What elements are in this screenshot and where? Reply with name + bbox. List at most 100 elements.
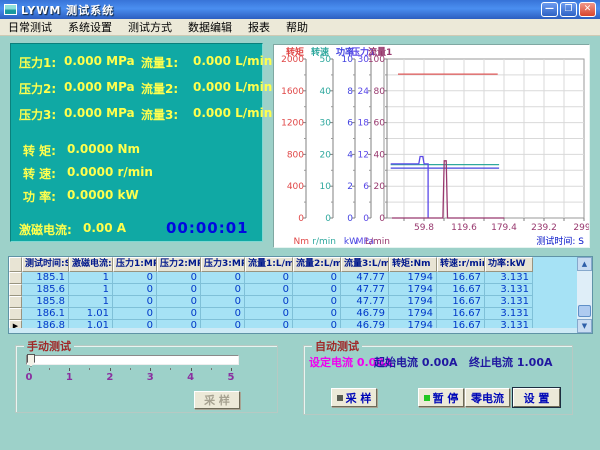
svg-text:0: 0: [379, 214, 385, 224]
row-selector[interactable]: [9, 308, 22, 320]
table-cell: 186.1: [22, 308, 69, 320]
svg-text:20: 20: [320, 150, 332, 160]
table-header-8[interactable]: 转矩:Nm: [389, 257, 437, 272]
table-header-1[interactable]: 激磁电流:A: [69, 257, 113, 272]
menu-item-4[interactable]: 报表: [240, 18, 278, 36]
table-cell: 0: [157, 308, 201, 320]
auto-button-1[interactable]: 暂 停: [418, 388, 464, 407]
row-selector[interactable]: [9, 284, 22, 296]
table-cell: 16.67: [437, 284, 485, 296]
table-header-5[interactable]: 流量1:L/min: [245, 257, 293, 272]
table-cell: 1794: [389, 308, 437, 320]
flow3-label: 流量3:: [141, 106, 178, 123]
table-row[interactable]: 185.810000047.77179416.673.131: [9, 296, 592, 308]
scroll-thumb[interactable]: [578, 305, 591, 317]
close-button-icon[interactable]: ✕: [579, 2, 596, 17]
table-header-4[interactable]: 压力3:MPa: [201, 257, 245, 272]
table-row[interactable]: 185.110000047.77179416.673.131: [9, 272, 592, 284]
slider-minor-tick: [170, 368, 171, 370]
test-timer: 00:00:01: [166, 219, 249, 237]
table-header-3[interactable]: 压力2:MPa: [157, 257, 201, 272]
svg-text:0: 0: [363, 214, 369, 224]
current-slider-track[interactable]: [26, 355, 239, 365]
manual-sample-button[interactable]: 采 样: [194, 391, 240, 409]
menu-bar: 日常测试系统设置测试方式数据编辑报表帮助: [0, 19, 600, 36]
auto-test-group: 自动测试 设定电流 0.00A起始电流 0.00A终止电流 1.00A 采 样暂…: [303, 345, 573, 415]
readout-panel: 压力1:0.000 MPa压力2:0.000 MPa压力3:0.000 MPa流…: [10, 43, 263, 242]
menu-item-0[interactable]: 日常测试: [0, 18, 60, 36]
table-header-10[interactable]: 功率:kW: [485, 257, 533, 272]
minimize-button-icon[interactable]: —: [541, 2, 558, 17]
menu-item-1[interactable]: 系统设置: [60, 18, 120, 36]
scroll-down-icon[interactable]: ▼: [577, 319, 592, 333]
table-header-9[interactable]: 转速:r/min: [437, 257, 485, 272]
table-cell: 1794: [389, 272, 437, 284]
auto-button-3[interactable]: 设 置: [513, 388, 560, 407]
manual-test-group: 手动测试 012345 采 样: [15, 345, 278, 413]
table-cell: 3.131: [485, 296, 533, 308]
menu-item-5[interactable]: 帮助: [278, 18, 316, 36]
menu-item-3[interactable]: 数据编辑: [180, 18, 240, 36]
pressure2-label: 压力2:: [19, 80, 56, 97]
table-cell: 0: [157, 296, 201, 308]
table-cell: 0: [245, 272, 293, 284]
title-bar: LYWM 测试系统 — ❐ ✕: [0, 0, 600, 19]
table-header-0[interactable]: 测试时间:S: [22, 257, 69, 272]
table-scrollbar[interactable]: ▲▼: [577, 257, 592, 333]
svg-text:800: 800: [287, 150, 304, 160]
auto-field-1: 起始电流 0.00A: [374, 354, 457, 370]
table-row[interactable]: 186.11.010000046.79179416.673.131: [9, 308, 592, 320]
svg-text:119.6: 119.6: [451, 223, 477, 233]
table-header-6[interactable]: 流量2:L/min: [293, 257, 341, 272]
menu-item-2[interactable]: 测试方式: [120, 18, 180, 36]
table-cell: 1.01: [69, 308, 113, 320]
motor-row2-label: 转 速:: [23, 165, 56, 182]
svg-text:0: 0: [298, 214, 304, 224]
table-row[interactable]: 185.610000047.77179416.673.131: [9, 284, 592, 296]
svg-text:r/min: r/min: [312, 237, 336, 247]
flow1-label: 流量1:: [141, 54, 178, 71]
current-slider-thumb[interactable]: [27, 354, 35, 367]
slider-minor-tick: [211, 368, 212, 370]
table-cell: 1794: [389, 284, 437, 296]
table-cell: 1794: [389, 296, 437, 308]
svg-text:59.8: 59.8: [414, 223, 434, 233]
svg-text:40: 40: [374, 150, 386, 160]
svg-text:100: 100: [368, 55, 385, 65]
svg-text:20: 20: [374, 182, 386, 192]
table-cell: 1: [69, 284, 113, 296]
svg-text:1200: 1200: [281, 119, 304, 129]
auto-button-2[interactable]: 零电流: [465, 388, 510, 407]
motor-row1-label: 转 矩:: [23, 142, 56, 159]
green-square-icon: [424, 395, 430, 401]
table-cell: 16.67: [437, 296, 485, 308]
svg-text:24: 24: [358, 87, 370, 97]
auto-button-label: 零电流: [471, 390, 504, 406]
table-cell: 0: [113, 284, 157, 296]
svg-text:179.4: 179.4: [491, 223, 517, 233]
table-cell: 0: [245, 284, 293, 296]
svg-text:30: 30: [320, 119, 332, 129]
svg-text:L/min: L/min: [365, 237, 390, 247]
pressure2-value: 0.000 MPa: [64, 80, 135, 94]
auto-button-0[interactable]: 采 样: [331, 388, 377, 407]
manual-test-title: 手动测试: [24, 338, 74, 354]
slider-tick-label: 0: [24, 372, 34, 383]
app-icon: [4, 4, 17, 15]
chart-panel: 转矩2000160012008004000Nm转速50403020100r/mi…: [273, 44, 590, 248]
table-cell: 0: [293, 296, 341, 308]
table-cell: 1: [69, 296, 113, 308]
row-selector[interactable]: [9, 296, 22, 308]
table-header-2[interactable]: 压力1:MPa: [113, 257, 157, 272]
table-header-7[interactable]: 流量3:L/min: [341, 257, 389, 272]
table-cell: 3.131: [485, 272, 533, 284]
row-selector[interactable]: [9, 272, 22, 284]
scroll-up-icon[interactable]: ▲: [577, 257, 592, 271]
slider-tick-label: 3: [145, 372, 155, 383]
restore-button-icon[interactable]: ❐: [560, 2, 577, 17]
table-cell: 1: [69, 272, 113, 284]
data-table: 测试时间:S激磁电流:A压力1:MPa压力2:MPa压力3:MPa流量1:L/m…: [8, 256, 593, 334]
slider-tick-label: 4: [186, 372, 196, 383]
slider-tick-mark: [69, 368, 70, 371]
auto-test-title: 自动测试: [312, 338, 362, 354]
